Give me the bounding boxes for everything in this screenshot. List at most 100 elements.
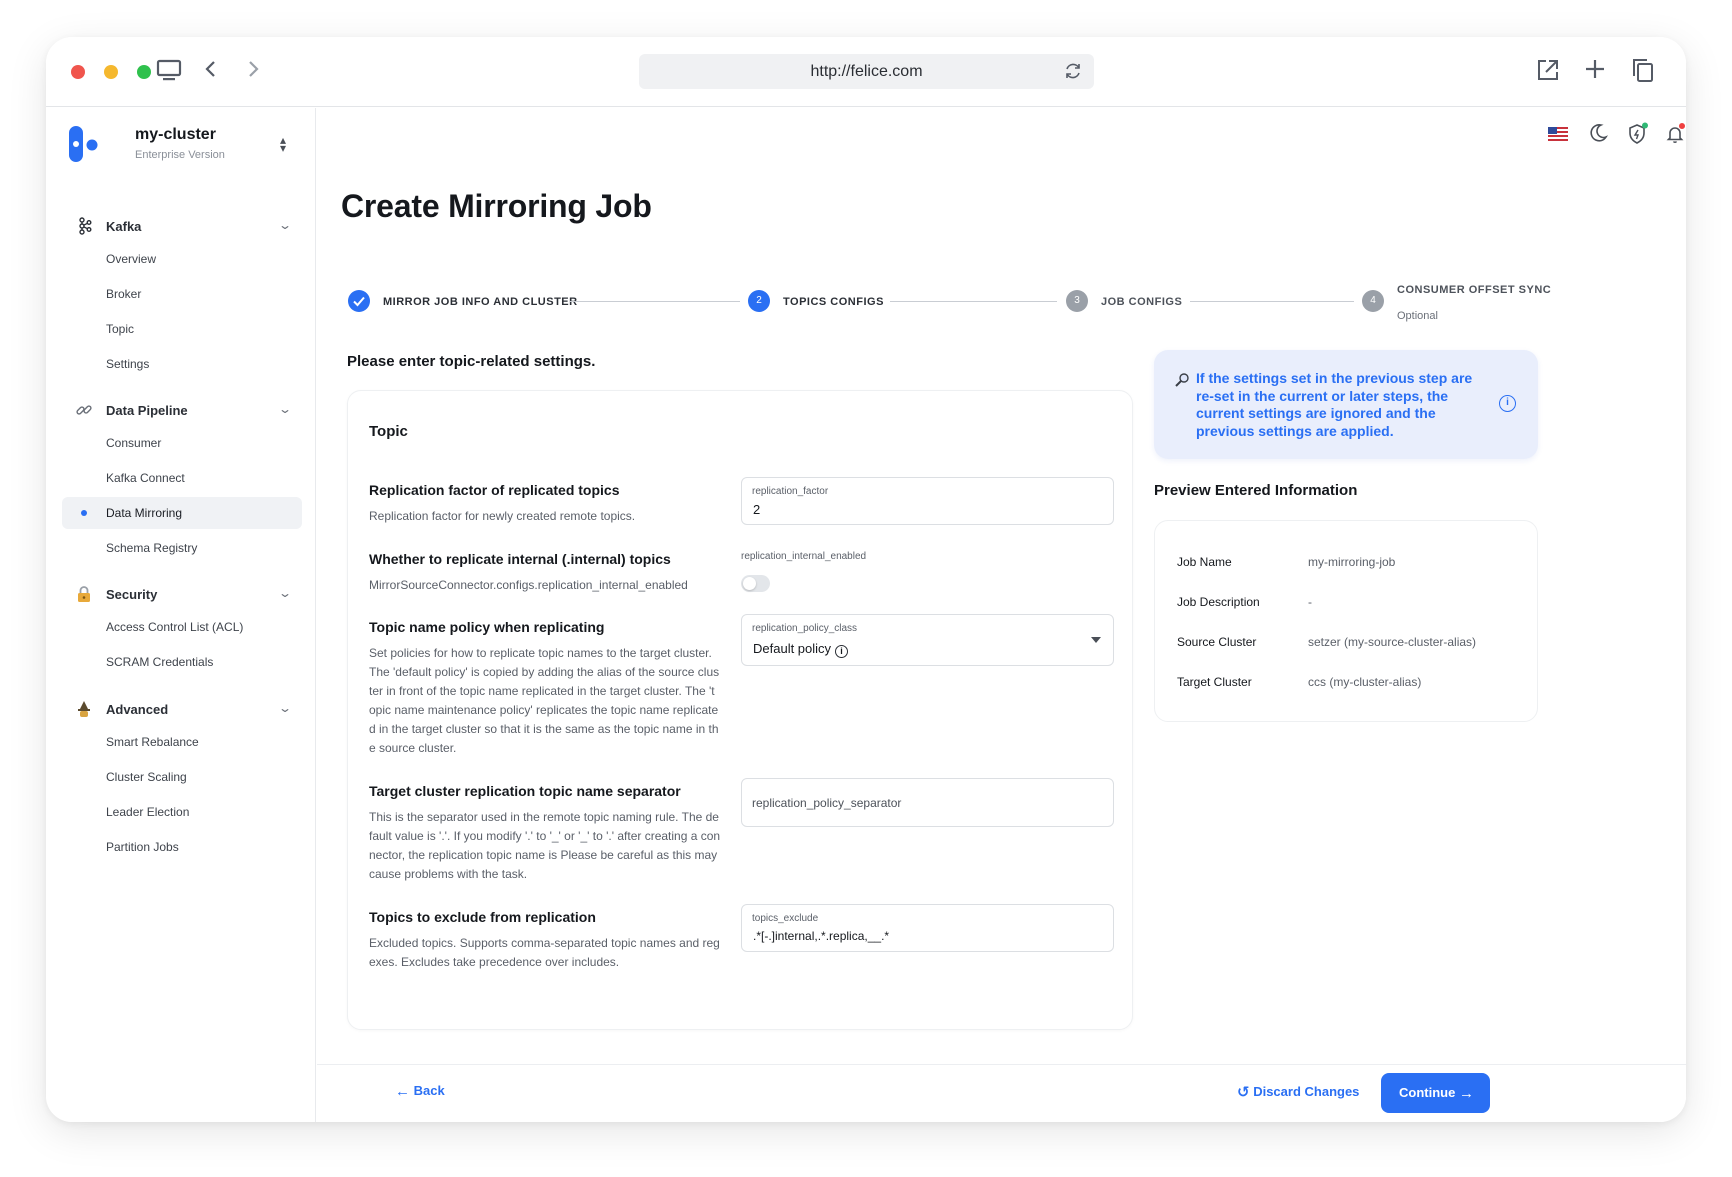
info-icon[interactable]: i bbox=[835, 645, 849, 658]
field-description: MirrorSourceConnector.configs.replicatio… bbox=[369, 578, 688, 592]
lock-icon bbox=[74, 585, 94, 605]
url-text: http://felice.com bbox=[810, 63, 923, 80]
discard-button-label: Discard Changes bbox=[1253, 1084, 1360, 1099]
step-2-number: 2 bbox=[748, 290, 770, 312]
sidebar-item-cluster-scaling[interactable]: Cluster Scaling bbox=[62, 761, 302, 793]
step-4-optional: Optional bbox=[1397, 310, 1438, 322]
sidebar-group-label: Advanced bbox=[106, 702, 169, 717]
shield-icon[interactable] bbox=[1626, 122, 1650, 146]
forward-nav-icon[interactable] bbox=[238, 57, 268, 87]
select-value-text: Default policy bbox=[753, 641, 832, 656]
preview-value: setzer (my-source-cluster-alias) bbox=[1308, 635, 1477, 649]
field-label: Target cluster replication topic name se… bbox=[369, 783, 681, 799]
input-value: .*[-.]internal,.*.replica,__.* bbox=[753, 929, 890, 943]
preview-key: Job Name bbox=[1177, 555, 1232, 569]
step-connector bbox=[570, 301, 740, 302]
continue-button[interactable]: Continue → bbox=[1381, 1073, 1490, 1113]
sidebar-item-consumer[interactable]: Consumer bbox=[62, 427, 302, 459]
step-4-label: CONSUMER OFFSET SYNC bbox=[1397, 284, 1552, 296]
step-1-label: MIRROR JOB INFO AND CLUSTER bbox=[383, 296, 578, 308]
sidebar-item-leader-election[interactable]: Leader Election bbox=[62, 796, 302, 828]
sidebar-item-kafka-connect[interactable]: Kafka Connect bbox=[62, 462, 302, 494]
address-bar[interactable]: http://felice.com bbox=[639, 54, 1094, 89]
monitor-icon[interactable] bbox=[154, 57, 184, 87]
us-flag-icon[interactable] bbox=[1548, 122, 1572, 146]
sidebar-group-kafka[interactable]: Kafka ⌄ bbox=[62, 212, 302, 242]
input-label: replication_policy_class bbox=[752, 623, 858, 634]
sidebar-item-label: Data Mirroring bbox=[106, 506, 183, 520]
arrow-left-icon: ← bbox=[395, 1083, 410, 1100]
sidebar-item-label: Partition Jobs bbox=[106, 840, 179, 854]
field-label: Replication factor of replicated topics bbox=[369, 482, 620, 498]
sidebar-item-acl[interactable]: Access Control List (ACL) bbox=[62, 611, 302, 643]
chevron-down-icon: ⌄ bbox=[277, 586, 293, 600]
input-label: topics_exclude bbox=[752, 913, 819, 924]
undo-icon: ↺ bbox=[1237, 1084, 1250, 1101]
copy-tabs-icon[interactable] bbox=[1628, 57, 1658, 87]
caret-down-icon bbox=[1091, 637, 1101, 643]
close-window-button[interactable] bbox=[71, 65, 85, 79]
moon-icon[interactable] bbox=[1587, 122, 1611, 146]
replication-internal-toggle[interactable] bbox=[741, 575, 770, 592]
sidebar-item-topic[interactable]: Topic bbox=[62, 313, 302, 345]
topics-exclude-input[interactable]: topics_exclude .*[-.]internal,.*.replica… bbox=[741, 904, 1114, 952]
back-button[interactable]: ← Back bbox=[395, 1083, 445, 1100]
cluster-switcher-icon[interactable]: ▴ ▾ bbox=[276, 134, 290, 154]
maximize-window-button[interactable] bbox=[137, 65, 151, 79]
reload-icon[interactable] bbox=[1062, 60, 1084, 82]
arrow-right-icon: → bbox=[1458, 1085, 1474, 1102]
field-description: This is the separator used in the remote… bbox=[369, 810, 721, 881]
back-nav-icon[interactable] bbox=[196, 57, 226, 87]
sidebar-group-advanced[interactable]: Advanced ⌄ bbox=[62, 695, 302, 725]
sidebar-item-label: Access Control List (ACL) bbox=[106, 620, 244, 634]
sidebar-group-data-pipeline[interactable]: Data Pipeline ⌄ bbox=[62, 396, 302, 426]
toggle-label: replication_internal_enabled bbox=[741, 551, 867, 562]
sidebar-group-label: Kafka bbox=[106, 219, 142, 234]
sidebar-item-broker[interactable]: Broker bbox=[62, 278, 302, 310]
sidebar-item-overview[interactable]: Overview bbox=[62, 243, 302, 275]
discard-changes-button[interactable]: ↺ Discard Changes bbox=[1237, 1083, 1359, 1101]
sidebar-item-partition-jobs[interactable]: Partition Jobs bbox=[62, 831, 302, 863]
input-label: replication_factor bbox=[752, 486, 829, 497]
step-1-check-icon bbox=[348, 290, 370, 312]
replication-separator-input[interactable]: replication_policy_separator bbox=[741, 778, 1114, 827]
sidebar-item-label: Smart Rebalance bbox=[106, 735, 199, 749]
select-value: Default policy i bbox=[753, 641, 849, 658]
preview-key: Source Cluster bbox=[1177, 635, 1257, 649]
main-content: U Create Mirroring Job MIRROR JOB INFO A… bbox=[317, 108, 1686, 1122]
sidebar-item-scram-credentials[interactable]: SCRAM Credentials bbox=[62, 646, 302, 678]
chevron-down-icon: ⌄ bbox=[277, 402, 293, 416]
sidebar-item-smart-rebalance[interactable]: Smart Rebalance bbox=[62, 726, 302, 758]
info-icon[interactable]: i bbox=[1499, 395, 1516, 412]
preview-key: Target Cluster bbox=[1177, 675, 1252, 689]
preview-value: my-mirroring-job bbox=[1308, 555, 1396, 569]
field-label: Topic name policy when replicating bbox=[369, 619, 605, 635]
brand-logo-icon bbox=[68, 125, 104, 165]
sidebar-item-data-mirroring[interactable]: Data Mirroring bbox=[62, 497, 302, 529]
kafka-icon bbox=[74, 217, 94, 237]
sidebar-item-label: Leader Election bbox=[106, 805, 190, 819]
sidebar-item-label: Settings bbox=[106, 357, 150, 371]
field-description: Set policies for how to replicate topic … bbox=[369, 646, 720, 755]
sidebar-item-schema-registry[interactable]: Schema Registry bbox=[62, 532, 302, 564]
new-tab-icon[interactable] bbox=[1580, 57, 1610, 87]
sidebar-group-security[interactable]: Security ⌄ bbox=[62, 580, 302, 610]
replication-policy-select[interactable]: replication_policy_class Default policy i bbox=[741, 614, 1114, 666]
topic-settings-card: Topic Replication factor of replicated t… bbox=[347, 390, 1133, 1030]
info-notice: If the settings set in the previous step… bbox=[1154, 350, 1538, 459]
step-2-label: TOPICS CONFIGS bbox=[783, 296, 884, 308]
sidebar-item-settings[interactable]: Settings bbox=[62, 348, 302, 380]
minimize-window-button[interactable] bbox=[104, 65, 118, 79]
preview-key: Job Description bbox=[1177, 595, 1260, 609]
sidebar-item-label: Schema Registry bbox=[106, 541, 198, 555]
replication-factor-input[interactable]: replication_factor 2 bbox=[741, 477, 1114, 525]
bell-icon[interactable] bbox=[1664, 122, 1686, 146]
open-external-icon[interactable] bbox=[1533, 57, 1563, 87]
page-title: Create Mirroring Job bbox=[341, 188, 652, 224]
step-connector bbox=[1190, 301, 1354, 302]
step-connector bbox=[890, 301, 1057, 302]
sidebar-item-label: SCRAM Credentials bbox=[106, 655, 214, 669]
sidebar-item-label: Cluster Scaling bbox=[106, 770, 187, 784]
continue-button-label: Continue bbox=[1399, 1085, 1456, 1100]
notice-text: If the settings set in the previous step… bbox=[1196, 370, 1473, 439]
